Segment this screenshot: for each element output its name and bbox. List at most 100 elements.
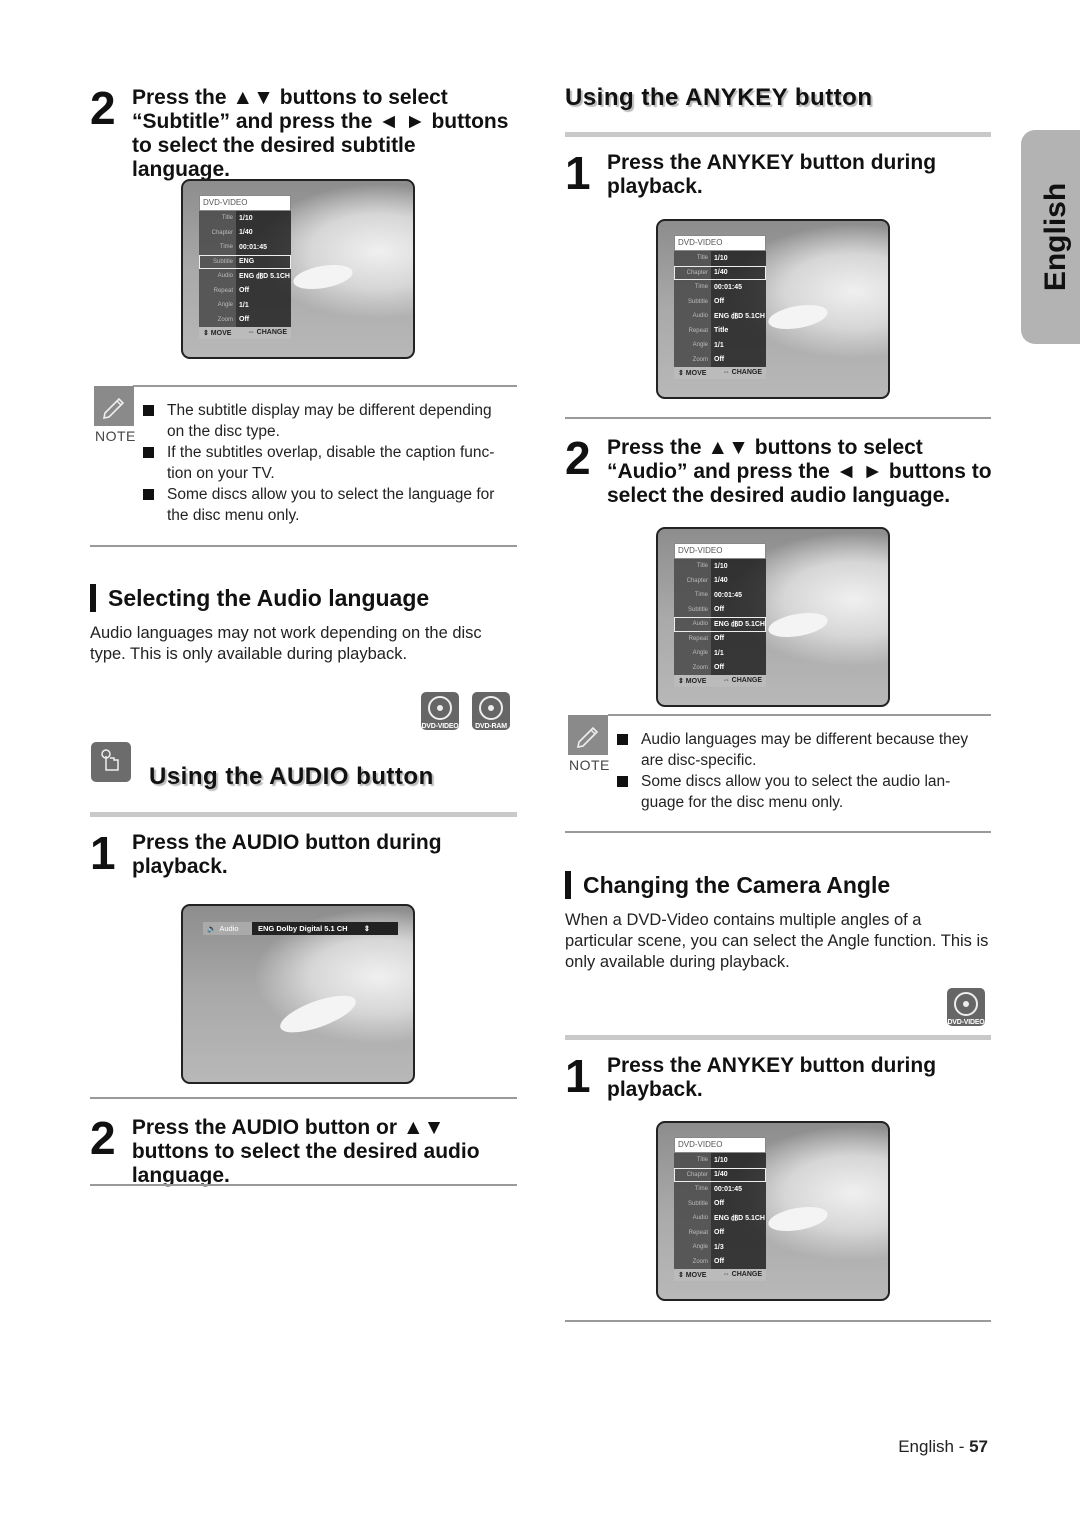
tv-screen-anykey-audio: DVD-VIDEO Title 1/10 Chapter 1/40 Time 00:01:4… (656, 527, 890, 707)
note-item: Audio languages may be different because… (617, 729, 987, 771)
osd-row-zoom: Zoom Off (199, 312, 291, 327)
note-pencil-icon (94, 386, 134, 426)
osd-row-zoom: Zoom Off (674, 352, 766, 367)
osd-row-subtitle: Subtitle Off (674, 602, 766, 617)
osd-row-zoom: Zoom Off (674, 660, 766, 675)
osd-row-label: Chapter (674, 265, 711, 280)
osd-row-value: 1/40 (714, 269, 728, 277)
divider (565, 1320, 991, 1322)
osd-row-label: Repeat (199, 283, 236, 298)
osd-row-audio: Audio ENG ㏈D 5.1CH (674, 1211, 766, 1226)
osd-change-hint: ⇔ CHANGE (722, 677, 762, 684)
osd-row-value: 1/10 (714, 254, 728, 262)
step-number: 1 (565, 1050, 591, 1102)
osd-row-chapter: Chapter 1/40 (674, 1167, 766, 1182)
osd-row-repeat: Repeat Off (674, 1225, 766, 1240)
osd-row-value: Off (714, 635, 725, 643)
note-label: NOTE (569, 757, 610, 773)
osd-row-repeat: Repeat Off (674, 631, 766, 646)
osd-row-audio: Audio ENG ㏈D 5.1CH (674, 309, 766, 324)
osd-menu: DVD-VIDEO Title 1/10 Chapter 1/40 Time 00:01:4… (199, 195, 291, 339)
osd-move-hint: ⇕ MOVE (203, 330, 232, 337)
osd-row-value: 1/40 (239, 229, 253, 237)
section-title-text: Changing the Camera Angle (583, 871, 891, 898)
title-bar (90, 584, 96, 612)
divider (90, 812, 517, 817)
osd-menu: DVD-VIDEO Title 1/10 Chapter 1/40 Time 00:01:4… (674, 1137, 766, 1281)
audio-osd-bar: 🔈 Audio ENG Dolby Digital 5.1 CH ⇕ (203, 922, 398, 935)
osd-row-label: Audio (674, 1211, 711, 1226)
osd-footer: ⇕ MOVE ⇔ CHANGE (674, 367, 766, 379)
osd-row-value: Off (239, 287, 250, 295)
osd-row-label: Title (199, 211, 236, 226)
osd-row-value: 1/3 (714, 1243, 724, 1251)
osd-row-time: Time 00:01:45 (674, 588, 766, 603)
step-text: Press the ▲▼ buttons to select “Subtitle… (132, 86, 509, 181)
language-tab: English (1021, 130, 1080, 344)
step-1-anykey: 1 Press the ANYKEY button during playbac… (565, 147, 995, 199)
osd-row-label: Audio (674, 309, 711, 324)
osd-row-value: Off (714, 1200, 725, 1208)
osd-change-hint: ⇔ CHANGE (247, 329, 287, 336)
osd-row-value: 00:01:45 (714, 1185, 743, 1193)
osd-row-value: 1/10 (239, 214, 253, 222)
tv-screen-angle: DVD-VIDEO Title 1/10 Chapter 1/40 Time 00:01:4… (656, 1121, 890, 1301)
page-number: 57 (969, 1437, 988, 1456)
osd-row-value: 1/1 (714, 341, 724, 349)
osd-row-repeat: Repeat Off (199, 283, 291, 298)
step-2-anykey: 2 Press the ▲▼ buttons to select “Audio”… (565, 435, 995, 508)
osd-row-label: Time (199, 240, 236, 255)
note-list: Audio languages may be different because… (617, 729, 987, 813)
osd-row-label: Chapter (674, 573, 711, 588)
note-item: If the subtitles overlap, disable the ca… (143, 442, 513, 484)
osd-row-title: Title 1/10 (674, 559, 766, 574)
osd-row-label: Chapter (199, 225, 236, 240)
osd-row-label: Angle (674, 646, 711, 661)
tv-screen-subtitle: DVD-VIDEO Title 1/10 Chapter 1/40 Time 00:01:4… (181, 179, 415, 359)
audio-osd-label: 🔈 Audio (203, 922, 252, 935)
step-number: 2 (90, 82, 116, 134)
osd-row-value: 00:01:45 (714, 591, 743, 599)
page-footer: English - 57 (898, 1437, 988, 1457)
note-item: The subtitle display may be different de… (143, 400, 513, 442)
divider (90, 1097, 517, 1099)
osd-row-value: ENG (239, 258, 255, 266)
section-title-audio-button: Using the AUDIO button (149, 763, 434, 790)
osd-row-value: Off (714, 1229, 725, 1237)
osd-row-subtitle: Subtitle Off (674, 1196, 766, 1211)
osd-row-value: Off (714, 1258, 725, 1266)
dvd-ram-disc-icon: DVD-RAM (472, 692, 510, 730)
osd-row-label: Repeat (674, 631, 711, 646)
disc-label: DVD-RAM (475, 723, 507, 730)
note-pencil-icon (568, 715, 608, 755)
osd-row-value: 1/1 (714, 649, 724, 657)
osd-row-value: 1/40 (714, 577, 728, 585)
osd-row-label: Audio (674, 617, 711, 632)
osd-row-time: Time 00:01:45 (674, 280, 766, 295)
divider (565, 132, 991, 137)
osd-footer: ⇕ MOVE ⇔ CHANGE (674, 1269, 766, 1281)
osd-header: DVD-VIDEO (199, 195, 291, 211)
osd-move-hint: ⇕ MOVE (678, 370, 707, 377)
osd-row-label: Angle (674, 338, 711, 353)
audio-osd-value: ENG Dolby Digital 5.1 CH ⇕ (252, 922, 398, 935)
osd-row-label: Title (674, 1153, 711, 1168)
osd-row-label: Zoom (199, 312, 236, 327)
osd-row-subtitle: Subtitle ENG (199, 254, 291, 269)
disc-label: DVD-VIDEO (421, 723, 459, 730)
osd-row-chapter: Chapter 1/40 (199, 225, 291, 240)
step-text: Press the AUDIO button or ▲▼ buttons to … (131, 1116, 480, 1187)
step-number: 1 (565, 147, 591, 199)
osd-row-angle: Angle 1/1 (674, 338, 766, 353)
tv-screen-audio: 🔈 Audio ENG Dolby Digital 5.1 CH ⇕ (181, 904, 415, 1084)
osd-menu: DVD-VIDEO Title 1/10 Chapter 1/40 Time 00:01:4… (674, 235, 766, 379)
osd-row-time: Time 00:01:45 (199, 240, 291, 255)
bird-image (275, 988, 361, 1040)
osd-row-label: Repeat (674, 323, 711, 338)
osd-row-title: Title 1/10 (674, 251, 766, 266)
osd-footer: ⇕ MOVE ⇔ CHANGE (674, 675, 766, 687)
note-item: Some discs allow you to select the langu… (143, 484, 513, 526)
osd-row-angle: Angle 1/1 (199, 298, 291, 313)
osd-row-value: Off (714, 606, 725, 614)
osd-change-hint: ⇔ CHANGE (722, 1271, 762, 1278)
